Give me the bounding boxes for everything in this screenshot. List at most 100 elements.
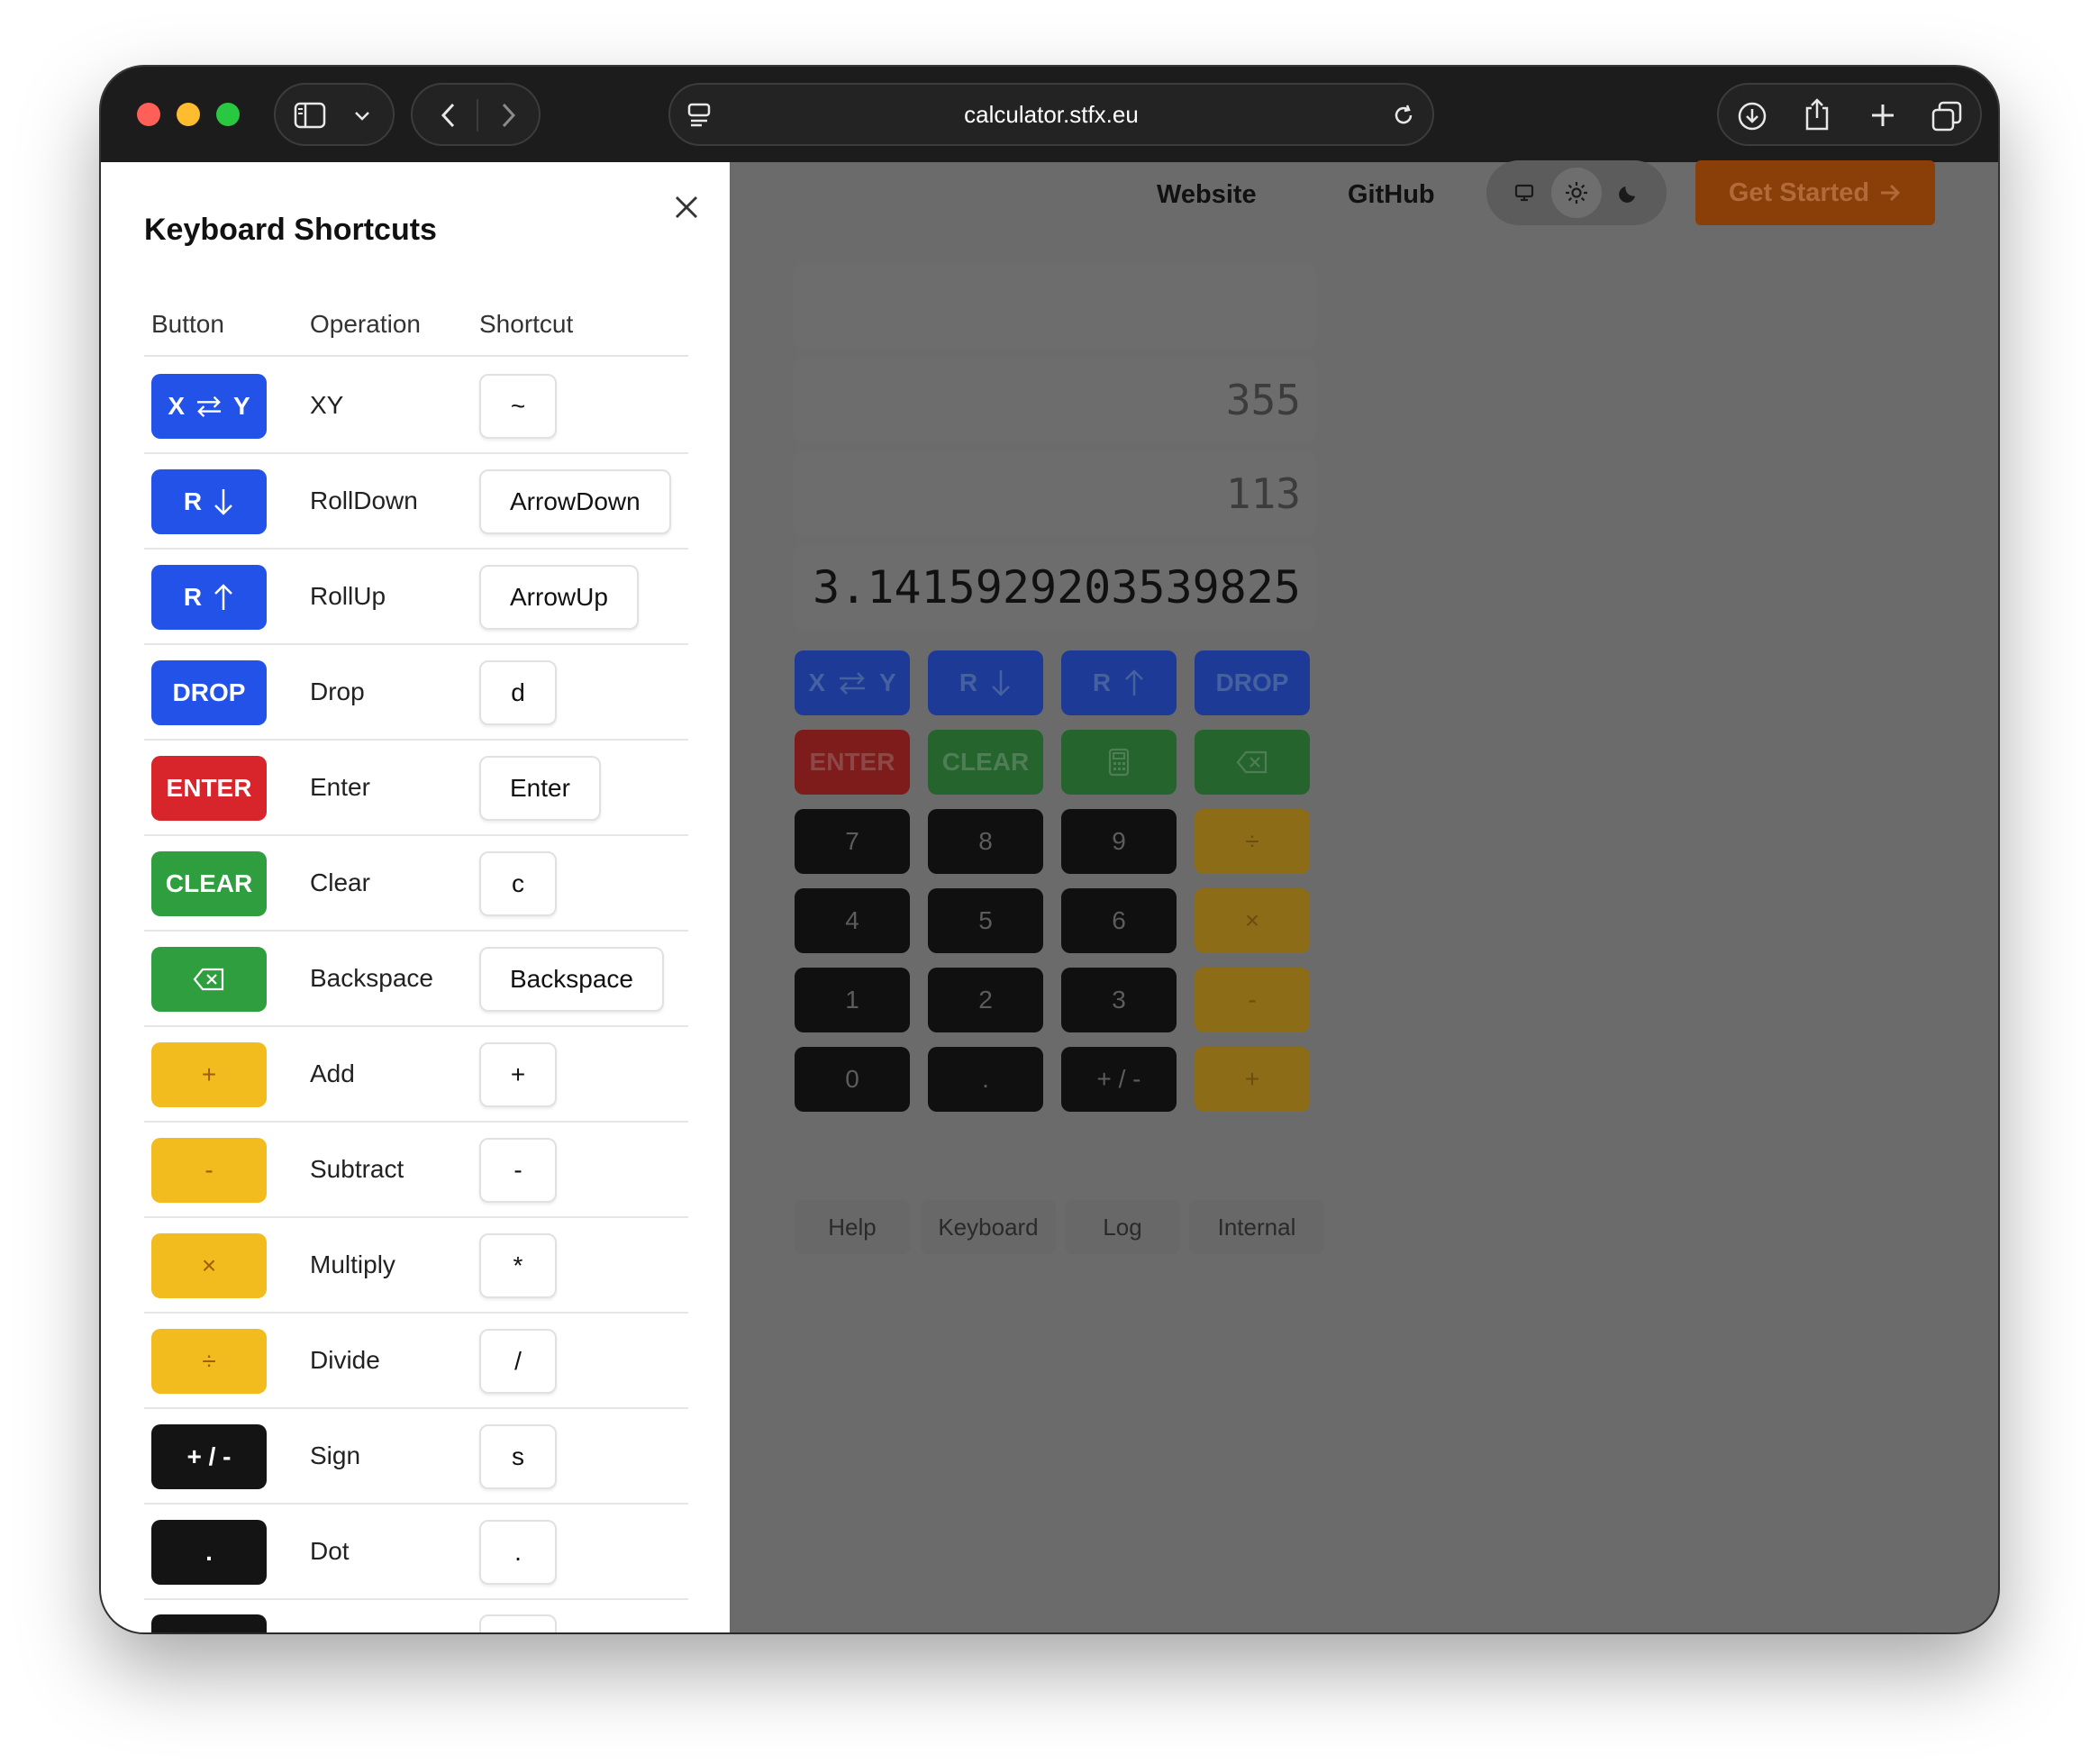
shortcut-button-enter[interactable]: ENTER bbox=[151, 756, 267, 821]
address-bar[interactable]: calculator.stfx.eu bbox=[668, 83, 1434, 146]
close-panel-button[interactable] bbox=[667, 187, 706, 227]
calculator-mode-key[interactable] bbox=[1061, 730, 1177, 795]
backspace-key[interactable] bbox=[1195, 730, 1310, 795]
close-window-button[interactable] bbox=[137, 103, 160, 126]
shortcut-button-clear[interactable]: CLEAR bbox=[151, 851, 267, 916]
operation-label: XY bbox=[310, 391, 344, 419]
sidebar-icon[interactable] bbox=[292, 97, 328, 133]
get-started-button[interactable]: Get Started bbox=[1695, 160, 1935, 225]
shortcut-row: R RollUp ArrowUp bbox=[144, 550, 688, 645]
clear-key[interactable]: CLEAR bbox=[928, 730, 1043, 795]
stack-value: 355 bbox=[1225, 376, 1301, 424]
multiply-key[interactable]: × bbox=[1195, 888, 1310, 953]
website-link[interactable]: Website bbox=[1157, 177, 1257, 213]
rolldown-key[interactable]: R bbox=[928, 650, 1043, 715]
zoom-window-button[interactable] bbox=[216, 103, 240, 126]
subtract-key[interactable]: - bbox=[1195, 968, 1310, 1032]
forward-arrow-icon[interactable] bbox=[492, 99, 524, 132]
column-header-shortcut: Shortcut bbox=[479, 310, 574, 338]
shortcut-button-rollup[interactable]: R bbox=[151, 565, 267, 630]
digit-4-key[interactable]: 4 bbox=[795, 888, 910, 953]
shortcut-button-multiply[interactable]: × bbox=[151, 1233, 267, 1298]
digit-2-key[interactable]: 2 bbox=[928, 968, 1043, 1032]
shortcut-button-subtract[interactable]: - bbox=[151, 1138, 267, 1203]
stack-register-z: 355 bbox=[793, 357, 1317, 443]
enter-key[interactable]: ENTER bbox=[795, 730, 910, 795]
shortcut-button-xy[interactable]: XY bbox=[151, 374, 267, 439]
shortcut-button-add[interactable]: + bbox=[151, 1042, 267, 1107]
stack-register-x: 3.1415929203539825 bbox=[793, 544, 1317, 631]
shortcut-row: DROP Drop d bbox=[144, 645, 688, 741]
minimize-window-button[interactable] bbox=[177, 103, 200, 126]
arrow-right-icon bbox=[1881, 184, 1901, 202]
dot-key[interactable]: . bbox=[928, 1047, 1043, 1112]
operation-label: Backspace bbox=[310, 964, 433, 992]
history-nav-group bbox=[411, 83, 541, 146]
digit-9-key[interactable]: 9 bbox=[1061, 809, 1177, 874]
swap-arrows-icon bbox=[196, 396, 222, 418]
panel-title: Keyboard Shortcuts bbox=[144, 213, 437, 247]
shortcut-row: X Y XY ~ bbox=[144, 359, 688, 454]
shortcut-button-rolldown[interactable]: R bbox=[151, 469, 267, 534]
keyboard-shortcuts-panel: Keyboard Shortcuts Button Operation Shor… bbox=[101, 162, 730, 1632]
shortcut-key: * bbox=[479, 1233, 557, 1298]
digit-3-key[interactable]: 3 bbox=[1061, 968, 1177, 1032]
add-key[interactable]: + bbox=[1195, 1047, 1310, 1112]
log-tab[interactable]: Log bbox=[1065, 1200, 1180, 1254]
shortcut-row: × Multiply * bbox=[144, 1218, 688, 1314]
operation-label: Multiply bbox=[310, 1250, 395, 1278]
shortcut-row: Backspace Backspace bbox=[144, 932, 688, 1027]
url-text: calculator.stfx.eu bbox=[964, 100, 1139, 128]
download-icon[interactable] bbox=[1735, 99, 1769, 133]
digit-1-key[interactable]: 1 bbox=[795, 968, 910, 1032]
operation-label: Subtract bbox=[310, 1155, 404, 1183]
rollup-key[interactable]: R bbox=[1061, 650, 1177, 715]
back-arrow-icon[interactable] bbox=[432, 99, 465, 132]
shortcut-key: ArrowDown bbox=[479, 469, 671, 534]
backspace-icon bbox=[193, 968, 224, 991]
digit-6-key[interactable]: 6 bbox=[1061, 888, 1177, 953]
digit-8-key[interactable]: 8 bbox=[928, 809, 1043, 874]
arrow-up-icon bbox=[1125, 669, 1143, 696]
shortcut-button-drop[interactable]: DROP bbox=[151, 660, 267, 725]
xy-key[interactable]: X Y bbox=[795, 650, 910, 715]
shortcut-button-divide[interactable]: ÷ bbox=[151, 1329, 267, 1394]
shortcut-button-sign[interactable]: + / - bbox=[151, 1424, 267, 1489]
light-theme-button[interactable] bbox=[1551, 168, 1602, 218]
shortcut-row: ÷ Divide / bbox=[144, 1314, 688, 1409]
dark-theme-button[interactable] bbox=[1604, 168, 1654, 218]
shortcut-key: c bbox=[479, 851, 557, 916]
drop-key[interactable]: DROP bbox=[1195, 650, 1310, 715]
reload-icon[interactable] bbox=[1387, 99, 1420, 132]
digit-5-key[interactable]: 5 bbox=[928, 888, 1043, 953]
shortcut-row: + Add + bbox=[144, 1027, 688, 1123]
shortcut-button-dot[interactable]: . bbox=[151, 1520, 267, 1585]
github-link[interactable]: GitHub bbox=[1348, 177, 1435, 213]
chevron-down-icon[interactable] bbox=[348, 101, 377, 130]
backspace-icon bbox=[1236, 750, 1268, 774]
browser-window: calculator.stfx.eu Website GitHub Get St… bbox=[101, 67, 1998, 1632]
arrow-up-icon bbox=[214, 584, 232, 610]
system-theme-button[interactable] bbox=[1499, 168, 1549, 218]
share-icon[interactable] bbox=[1800, 95, 1834, 133]
shortcut-button-backspace[interactable] bbox=[151, 947, 267, 1012]
help-tab[interactable]: Help bbox=[795, 1200, 910, 1254]
next-row-button bbox=[151, 1614, 267, 1632]
shortcut-key: Enter bbox=[479, 756, 601, 821]
sign-key[interactable]: + / - bbox=[1061, 1047, 1177, 1112]
keyboard-tab[interactable]: Keyboard bbox=[921, 1200, 1056, 1254]
shortcut-row: ENTER Enter Enter bbox=[144, 741, 688, 836]
shortcut-key: ArrowUp bbox=[479, 565, 639, 630]
tab-overview-icon[interactable] bbox=[1930, 99, 1964, 133]
new-tab-icon[interactable] bbox=[1867, 99, 1899, 132]
column-header-button: Button bbox=[151, 310, 224, 338]
digit-0-key[interactable]: 0 bbox=[795, 1047, 910, 1112]
operation-label: RollDown bbox=[310, 486, 418, 514]
moon-icon bbox=[1619, 186, 1635, 203]
digit-7-key[interactable]: 7 bbox=[795, 809, 910, 874]
operation-label: Divide bbox=[310, 1346, 380, 1374]
column-header-operation: Operation bbox=[310, 310, 421, 338]
internal-tab[interactable]: Internal bbox=[1189, 1200, 1324, 1254]
divide-key[interactable]: ÷ bbox=[1195, 809, 1310, 874]
shortcut-key: ~ bbox=[479, 374, 557, 439]
